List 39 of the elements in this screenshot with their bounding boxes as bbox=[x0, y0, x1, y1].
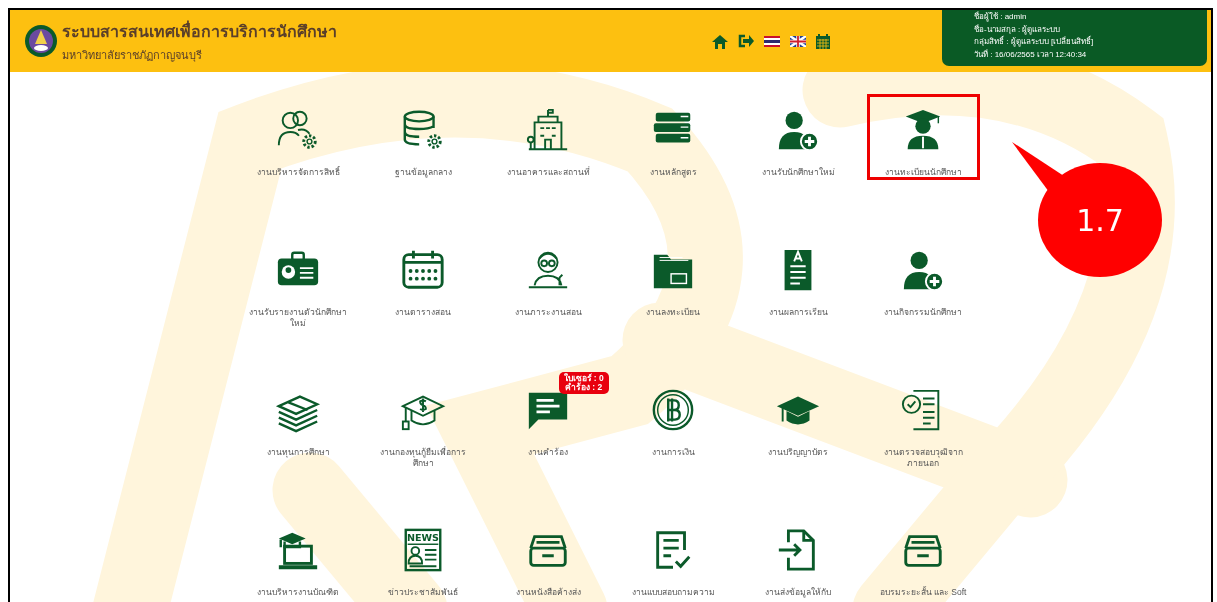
menu-item[interactable]: ฐานข้อมูลกลาง bbox=[374, 167, 472, 178]
user-info-line: กลุ่มสิทธิ์ : ผู้ดูแลระบบ [เปลี่ยนสิทธิ์] bbox=[974, 36, 1095, 49]
menu-item[interactable]: งานทุนการศึกษา bbox=[249, 447, 347, 458]
university-name: มหาวิทยาลัยราชภัฏกาญจนบุรี bbox=[62, 47, 203, 64]
menu-item[interactable]: งานบริหารงานบัณฑิต bbox=[249, 587, 347, 598]
menu-item[interactable]: ข่าวประชาสัมพันธ์ bbox=[374, 587, 472, 598]
change-role-link[interactable]: [เปลี่ยนสิทธิ์] bbox=[1050, 37, 1094, 46]
menu-item[interactable]: งานตารางสอน bbox=[374, 307, 472, 318]
menu-item[interactable]: งานส่งข้อมูลให้กับ bbox=[749, 587, 847, 598]
menu-item[interactable]: งานกิจกรรมนักศึกษา bbox=[874, 307, 972, 318]
menu-item[interactable]: งานกองทุนกู้ยืมเพื่อการศึกษา bbox=[374, 447, 472, 469]
menu-item[interactable]: งานตรวจสอบวุฒิจากภายนอก bbox=[874, 447, 972, 469]
university-logo bbox=[24, 24, 58, 58]
menu-item[interactable]: งานหนังสือค้างส่ง bbox=[499, 587, 597, 598]
menu-item[interactable]: งานผลการเรียน bbox=[749, 307, 847, 318]
menu-item[interactable]: งานรับรายงานตัวนักศึกษาใหม่ bbox=[249, 307, 347, 329]
menu-item[interactable]: งานคำร้อง bbox=[499, 447, 597, 458]
notification-badge: ใบเซอร์ : 0 คำร้อง : 2 bbox=[558, 372, 609, 394]
menu-item[interactable]: งานการเงิน bbox=[624, 447, 722, 458]
menu-item[interactable]: งานรับนักศึกษาใหม่ bbox=[749, 167, 847, 178]
calendar-icon[interactable] bbox=[816, 33, 830, 49]
menu-item[interactable]: งานปริญญาบัตร bbox=[749, 447, 847, 458]
menu-item[interactable]: งานทะเบียนนักศึกษา bbox=[874, 167, 972, 178]
user-info-line: ชื่อผู้ใช้ : admin bbox=[974, 11, 1028, 24]
app-title: ระบบสารสนเทศเพื่อการบริการนักศึกษา bbox=[62, 19, 337, 42]
menu-item[interactable]: งานบริหารจัดการสิทธิ์ bbox=[249, 167, 347, 178]
user-info-line: ชื่อ-นามสกุล : ผู้ดูแลระบบ bbox=[974, 23, 1062, 35]
logout-icon[interactable] bbox=[738, 34, 754, 48]
menu-item[interactable]: งานลงทะเบียน bbox=[624, 307, 722, 318]
user-info-line: วันที่ : 16/06/2565 เวลา 12:40:34 bbox=[974, 48, 1088, 61]
uk-flag-icon[interactable] bbox=[790, 35, 806, 47]
menu-item[interactable]: งานอาคารและสถานที่ bbox=[499, 167, 597, 178]
thai-flag-icon[interactable] bbox=[764, 35, 780, 47]
menu-item[interactable]: งานแบบสอบถามความ bbox=[624, 587, 722, 598]
menu-item[interactable]: งานภาระงานสอน bbox=[499, 307, 597, 318]
home-icon[interactable] bbox=[712, 33, 728, 49]
menu-item[interactable]: อบรมระยะสั้น และ Soft bbox=[874, 587, 972, 598]
menu-item[interactable]: งานหลักสูตร bbox=[624, 167, 722, 178]
coin-icon[interactable] bbox=[650, 387, 696, 433]
